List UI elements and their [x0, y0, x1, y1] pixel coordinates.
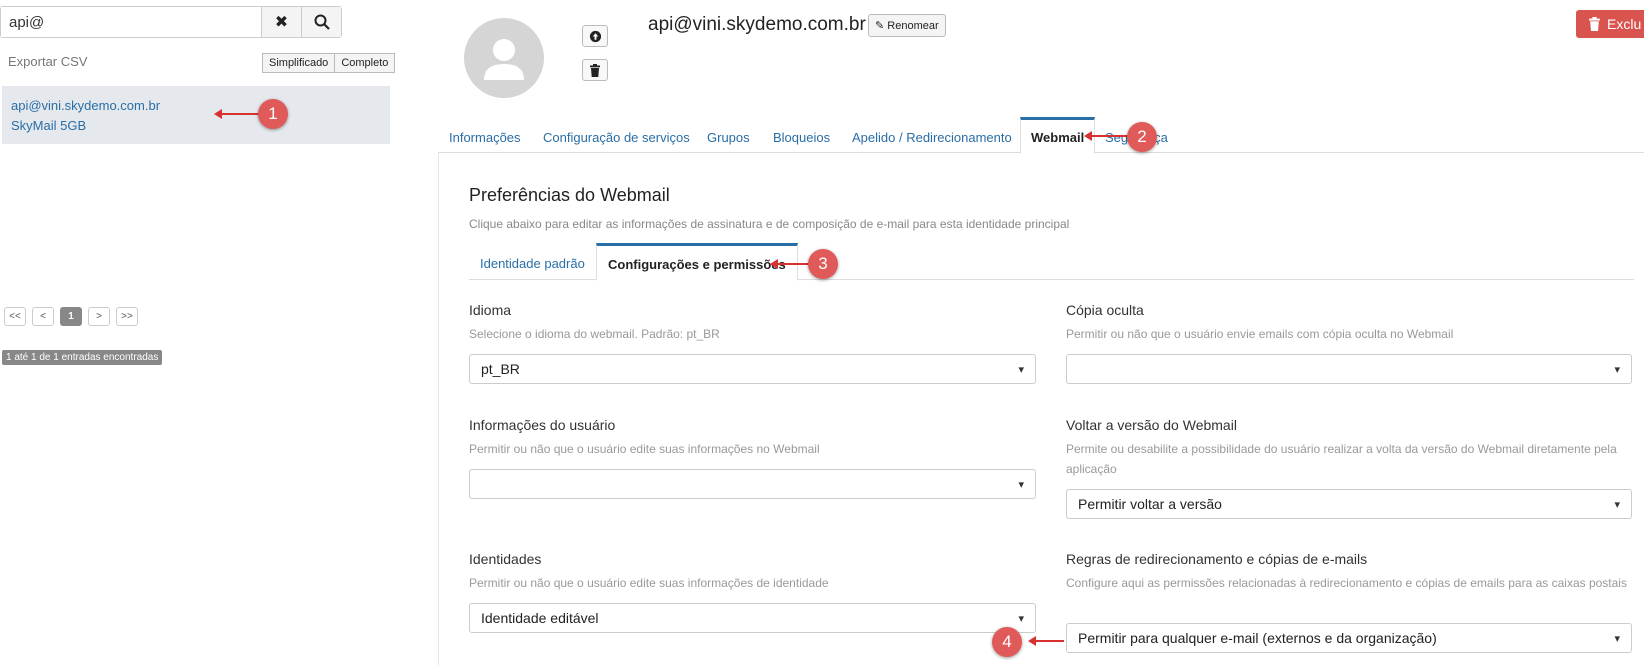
- idioma-label: Idioma: [469, 302, 512, 318]
- copia-oculta-select[interactable]: ▾: [1066, 354, 1632, 384]
- trash-icon: [1589, 17, 1600, 31]
- edit-icon: ✎: [875, 20, 885, 32]
- delete-photo-button[interactable]: [582, 59, 608, 81]
- section-title: Preferências do Webmail: [469, 185, 670, 205]
- annotation-marker: 2: [1127, 122, 1157, 152]
- chevron-down-icon: ▾: [1018, 478, 1024, 491]
- entries-count-badge: 1 até 1 de 1 entradas encontradas: [2, 350, 163, 365]
- page-current-button[interactable]: 1: [60, 307, 82, 326]
- rename-button[interactable]: ✎ Renomear: [868, 14, 946, 37]
- chevron-down-icon: ▾: [1018, 612, 1024, 625]
- upload-photo-button[interactable]: [582, 25, 608, 47]
- voltar-versao-label: Voltar a versão do Webmail: [1066, 417, 1237, 433]
- info-usuario-label: Informações do usuário: [469, 417, 616, 433]
- voltar-versao-select[interactable]: Permitir voltar a versão ▾: [1066, 489, 1632, 519]
- tab-informacoes[interactable]: Informações: [449, 117, 521, 153]
- delete-account-button[interactable]: Exclu: [1576, 10, 1644, 38]
- export-csv-link[interactable]: Exportar CSV: [8, 54, 87, 69]
- page-last-button[interactable]: >>: [116, 307, 138, 326]
- close-icon: ✖: [274, 14, 289, 31]
- idioma-select[interactable]: pt_BR ▾: [469, 354, 1036, 384]
- view-mode-group: Simplificado Completo: [262, 53, 396, 73]
- chevron-down-icon: ▾: [1614, 363, 1620, 376]
- view-full-button[interactable]: Completo: [335, 53, 396, 73]
- tab-configuracao-servicos[interactable]: Configuração de serviços: [543, 117, 690, 153]
- rename-label: Renomear: [887, 20, 939, 32]
- chevron-down-icon: ▾: [1614, 632, 1620, 645]
- voltar-versao-value: Permitir voltar a versão: [1078, 496, 1222, 512]
- search-input[interactable]: [1, 7, 261, 37]
- upload-icon: [589, 30, 601, 42]
- chevron-down-icon: ▾: [1614, 498, 1620, 511]
- sub-tabs: Identidade padrão Configurações e permis…: [469, 243, 1634, 281]
- tab-identidade-padrao[interactable]: Identidade padrão: [480, 243, 585, 280]
- regras-select[interactable]: Permitir para qualquer e-mail (externos …: [1066, 623, 1632, 653]
- page-prev-button[interactable]: <: [32, 307, 54, 326]
- annotation-arrow: [1084, 131, 1130, 141]
- regras-help: Configure aqui as permissões relacionada…: [1066, 576, 1627, 590]
- search-box: ✖: [0, 6, 342, 38]
- tab-apelido-redirecionamento[interactable]: Apelido / Redirecionamento: [852, 117, 1012, 153]
- content-divider: [438, 153, 439, 665]
- section-description: Clique abaixo para editar as informações…: [469, 217, 1070, 231]
- annotation-marker: 3: [808, 249, 838, 279]
- search-icon: [314, 14, 330, 30]
- identidades-help: Permitir ou não que o usuário edite suas…: [469, 576, 829, 590]
- list-item-plan: SkyMail 5GB: [11, 118, 87, 133]
- identidades-label: Identidades: [469, 551, 542, 567]
- list-item[interactable]: api@vini.skydemo.com.br SkyMail 5GB: [2, 86, 390, 144]
- info-usuario-help: Permitir ou não que o usuário edite suas…: [469, 442, 820, 456]
- info-usuario-select[interactable]: ▾: [469, 469, 1036, 499]
- annotation-arrow: [1028, 636, 1064, 646]
- delete-label: Exclu: [1607, 16, 1642, 32]
- clear-search-button[interactable]: ✖: [261, 7, 301, 37]
- view-simple-button[interactable]: Simplificado: [262, 53, 336, 73]
- identidades-value: Identidade editável: [481, 610, 599, 626]
- tab-bloqueios[interactable]: Bloqueios: [773, 117, 830, 153]
- idioma-help: Selecione o idioma do webmail. Padrão: p…: [469, 327, 720, 341]
- copia-oculta-label: Cópia oculta: [1066, 302, 1144, 318]
- regras-label: Regras de redirecionamento e cópias de e…: [1066, 551, 1368, 567]
- list-item-email: api@vini.skydemo.com.br: [11, 98, 161, 113]
- chevron-down-icon: ▾: [1018, 363, 1024, 376]
- tab-grupos[interactable]: Grupos: [707, 117, 750, 153]
- page-first-button[interactable]: <<: [4, 307, 26, 326]
- tab-configuracoes-permissoes[interactable]: Configurações e permissões: [596, 243, 798, 281]
- page-title: api@vini.skydemo.com.br: [648, 14, 866, 35]
- trash-icon: [590, 63, 600, 77]
- page-next-button[interactable]: >: [88, 307, 110, 326]
- main-tabs: Informações Configuração de serviços Gru…: [438, 117, 1644, 154]
- user-icon: [484, 39, 524, 80]
- avatar: [464, 18, 544, 98]
- annotation-marker: 1: [258, 99, 288, 129]
- idioma-value: pt_BR: [481, 361, 520, 377]
- annotation-marker: 4: [992, 627, 1022, 657]
- pagination: << < 1 > >>: [4, 307, 138, 326]
- identidades-select[interactable]: Identidade editável ▾: [469, 603, 1036, 633]
- copia-oculta-help: Permitir ou não que o usuário envie emai…: [1066, 327, 1454, 341]
- voltar-versao-help: Permite ou desabilite a possibilidade do…: [1066, 442, 1617, 476]
- search-button[interactable]: [301, 7, 341, 37]
- regras-value: Permitir para qualquer e-mail (externos …: [1078, 630, 1437, 646]
